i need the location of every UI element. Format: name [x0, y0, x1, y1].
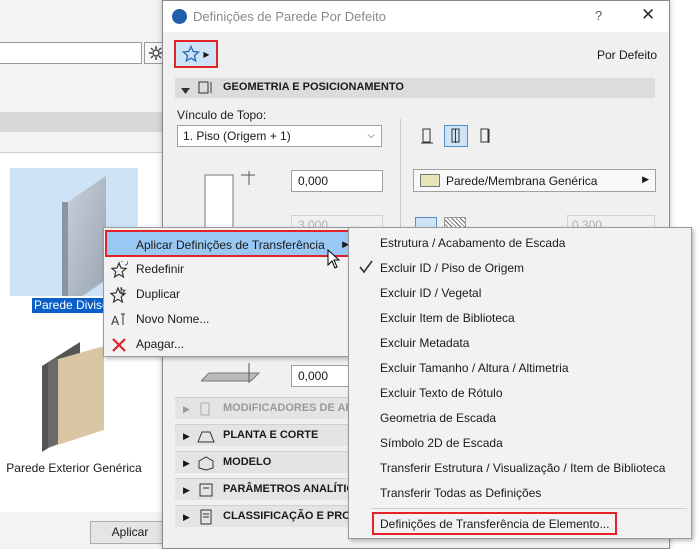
building-material-select[interactable]: Parede/Membrana Genérica ▶	[413, 169, 656, 192]
submenu-item-label: Excluir Tamanho / Altura / Altimetria	[380, 361, 569, 375]
submenu-item[interactable]: Geometria de Escada	[349, 406, 691, 431]
submenu-item-checked[interactable]: Excluir ID / Piso de Origem	[349, 256, 691, 281]
submenu-item-label: Excluir ID / Vegetal	[380, 286, 482, 300]
submenu-item-label: Excluir Item de Biblioteca	[380, 311, 515, 325]
chevron-right-icon: ▶	[183, 512, 190, 522]
submenu-item[interactable]: Excluir Tamanho / Altura / Altimetria	[349, 356, 691, 381]
menu-item-label: Redefinir	[136, 262, 185, 276]
close-button[interactable]: ✕	[641, 5, 655, 25]
menu-item-reset[interactable]: Redefinir	[105, 257, 353, 282]
help-button[interactable]: ?	[595, 8, 602, 23]
menu-item-delete[interactable]: Apagar...	[105, 332, 353, 357]
menu-item-label: Duplicar	[136, 287, 181, 301]
top-link-value: 1. Piso (Origem + 1)	[183, 129, 291, 143]
submenu-item[interactable]: Excluir Item de Biblioteca	[349, 306, 691, 331]
menu-item-rename[interactable]: A Novo Nome...	[105, 307, 353, 332]
section-geometry[interactable]: GEOMETRIA E POSICIONAMENTO	[175, 78, 655, 98]
section-label: MODIFICADORES DE AFA	[223, 402, 360, 414]
checkmark-icon	[359, 260, 373, 277]
submenu-item-label: Definições de Transferência de Elemento.…	[380, 517, 610, 531]
menu-item-label: Aplicar Definições de Transferência	[136, 238, 325, 252]
material-swatch	[420, 174, 440, 187]
delete-x-icon	[110, 336, 128, 354]
chevron-down-icon: ⌵	[367, 130, 375, 141]
submenu-item-label: Transferir Todas as Definições	[380, 486, 542, 500]
transfer-settings-submenu: Estrutura / Acabamento de Escada Excluir…	[348, 227, 692, 539]
chevron-right-icon: ▶	[183, 485, 190, 495]
ref-line-center-button[interactable]	[444, 125, 468, 147]
material-label: Parede/Membrana Genérica	[446, 174, 598, 188]
top-link-label: Vínculo de Topo:	[177, 108, 267, 122]
library-header-band	[0, 112, 180, 132]
submenu-item-label: Geometria de Escada	[380, 411, 497, 425]
apply-button[interactable]: Aplicar	[90, 521, 170, 544]
library-item-label: Parede Exterior Genérica	[6, 461, 142, 475]
floor-preview-icon	[199, 361, 261, 387]
section-label: GEOMETRIA E POSICIONAMENTO	[223, 81, 404, 93]
library-search-input[interactable]	[0, 42, 142, 64]
section-label: CLASSIFICAÇÃO E PROPI	[223, 510, 362, 522]
floor-plan-icon	[197, 428, 215, 447]
menu-item-label: Novo Nome...	[136, 312, 210, 326]
app-logo-icon	[172, 9, 187, 24]
model-icon	[197, 455, 215, 474]
star-reset-icon	[110, 261, 128, 279]
dialog-title: Definições de Parede Por Defeito	[193, 9, 386, 24]
library-item-selected-label: Parede Diviso	[32, 298, 104, 313]
favorites-button[interactable]: ▶	[174, 40, 218, 68]
chevron-right-icon: ▶	[183, 431, 190, 441]
rename-icon: A	[110, 311, 128, 329]
context-menu: Aplicar Definições de Transferência ▶ Re…	[103, 227, 355, 357]
top-link-select[interactable]: 1. Piso (Origem + 1) ⌵	[177, 125, 382, 147]
section-label: PARÂMETROS ANALÍTIC	[223, 483, 355, 495]
classification-icon	[197, 509, 215, 528]
submenu-item-label: Estrutura / Acabamento de Escada	[380, 236, 566, 250]
chevron-down-icon	[181, 84, 190, 98]
menu-item-apply-transfer[interactable]: Aplicar Definições de Transferência ▶	[105, 230, 355, 257]
mouse-cursor-icon	[327, 248, 341, 272]
submenu-item-label: Excluir Texto de Rótulo	[380, 386, 503, 400]
submenu-item-element-transfer-settings[interactable]: Definições de Transferência de Elemento.…	[372, 512, 617, 535]
menu-item-label: Apagar...	[136, 337, 185, 351]
chevron-right-icon: ▶	[642, 174, 649, 184]
star-icon	[182, 45, 201, 63]
section-label: MODELO	[223, 456, 272, 468]
ref-line-inside-button[interactable]	[473, 125, 497, 147]
submenu-item[interactable]: Símbolo 2D de Escada	[349, 431, 691, 456]
submenu-item-label: Excluir Metadata	[380, 336, 470, 350]
top-offset-input[interactable]: 0,000	[291, 170, 383, 192]
chevron-right-icon: ▶	[203, 49, 210, 59]
submenu-item[interactable]: Excluir ID / Vegetal	[349, 281, 691, 306]
submenu-item[interactable]: Estrutura / Acabamento de Escada	[349, 231, 691, 256]
submenu-item-label: Símbolo 2D de Escada	[380, 436, 503, 450]
menu-item-duplicate[interactable]: Duplicar	[105, 282, 353, 307]
geometry-icon	[197, 80, 215, 99]
chevron-right-icon: ▶	[183, 404, 190, 414]
section-label: PLANTA E CORTE	[223, 429, 319, 441]
submenu-item-label: Transferir Estrutura / Visualização / It…	[380, 461, 666, 475]
submenu-item[interactable]: Transferir Estrutura / Visualização / It…	[349, 456, 691, 481]
wall-section-preview-icon	[201, 171, 261, 232]
svg-text:A: A	[111, 314, 120, 328]
submenu-item-label: Excluir ID / Piso de Origem	[380, 261, 525, 275]
preset-name: Por Defeito	[597, 48, 658, 62]
star-duplicate-icon	[110, 286, 128, 304]
ref-line-outside-button[interactable]	[415, 125, 439, 147]
chevron-right-icon: ▶	[183, 458, 190, 468]
analytic-icon	[197, 482, 215, 501]
menu-separator	[371, 508, 687, 509]
modifiers-icon	[197, 401, 215, 420]
submenu-item[interactable]: Transferir Todas as Definições	[349, 481, 691, 506]
submenu-item[interactable]: Excluir Texto de Rótulo	[349, 381, 691, 406]
submenu-item[interactable]: Excluir Metadata	[349, 331, 691, 356]
